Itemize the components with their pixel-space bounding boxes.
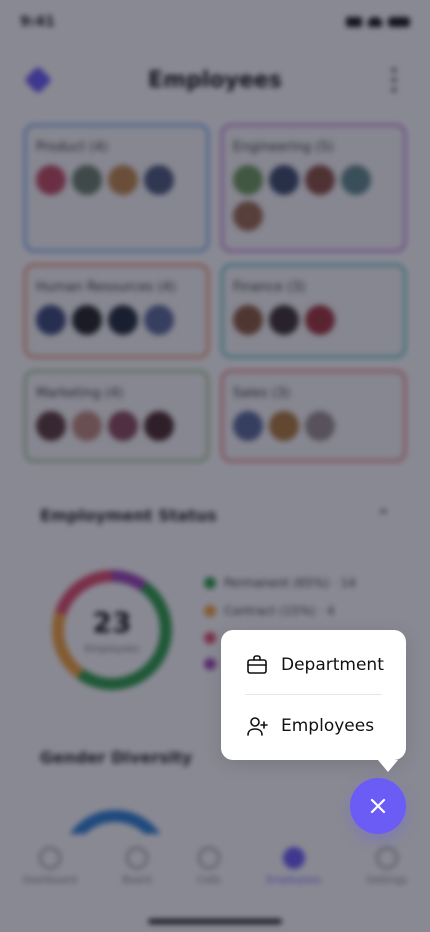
menu-item-employees[interactable]: Employees xyxy=(245,714,374,738)
menu-item-department[interactable]: Department xyxy=(245,653,384,677)
close-fab-button[interactable] xyxy=(350,778,406,834)
user-plus-icon xyxy=(245,714,269,738)
menu-item-label: Employees xyxy=(281,716,375,736)
briefcase-icon xyxy=(245,653,269,677)
close-icon xyxy=(366,794,390,818)
add-menu-popup: Department Employees xyxy=(221,630,406,772)
menu-item-label: Department xyxy=(281,655,384,675)
menu-divider xyxy=(245,694,382,695)
